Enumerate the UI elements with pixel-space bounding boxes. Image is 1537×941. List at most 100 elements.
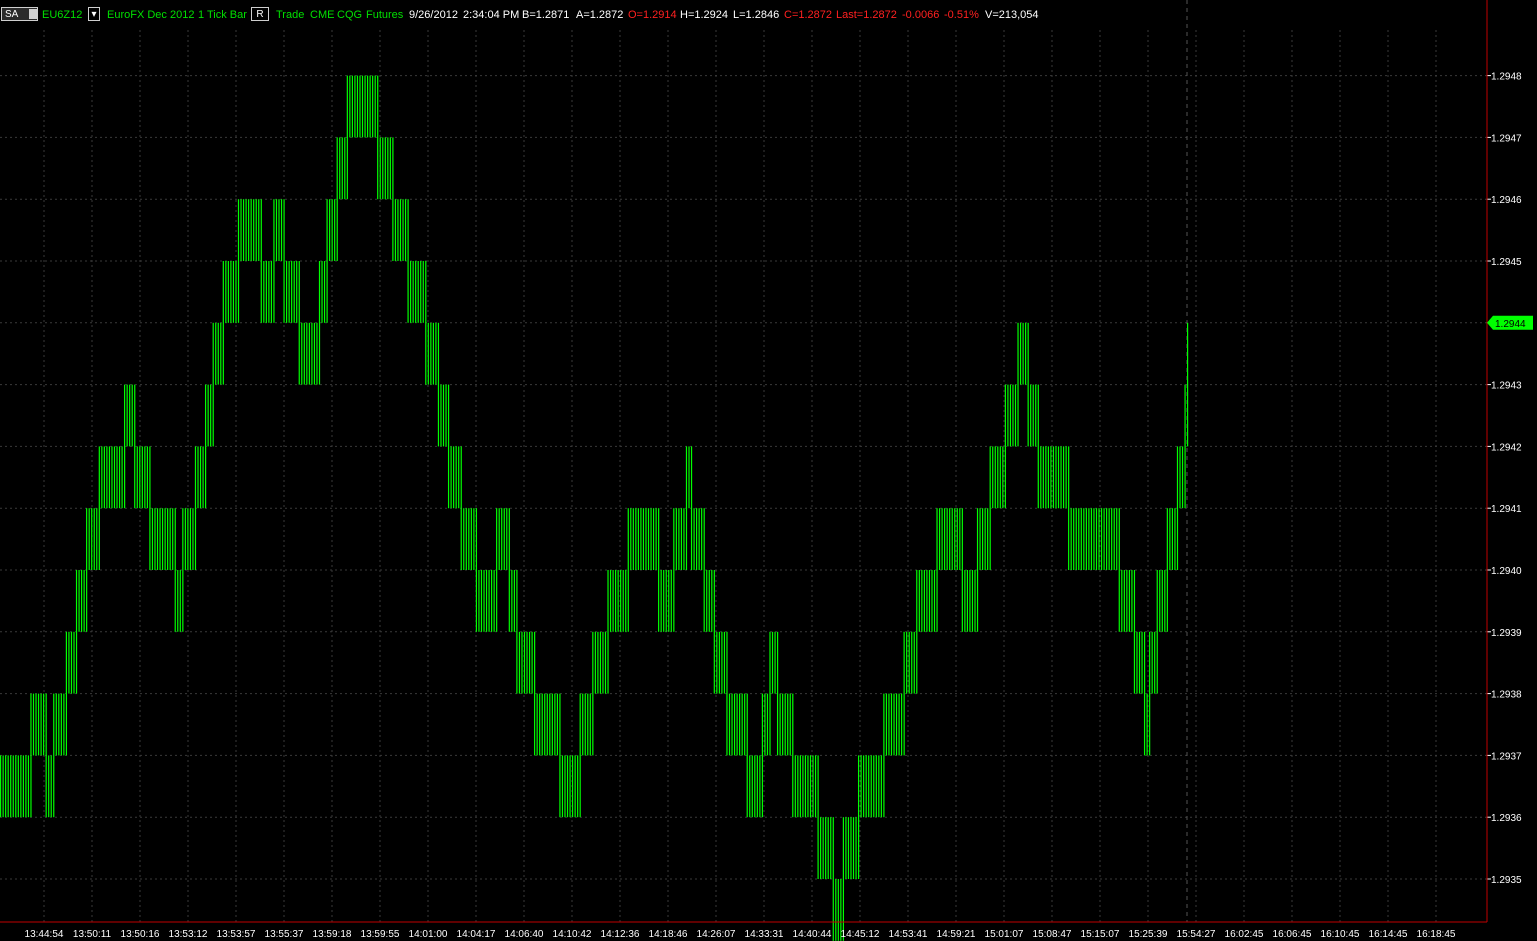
tick-bar	[407, 199, 409, 323]
tick-bar	[174, 508, 176, 632]
tick-bar	[822, 817, 824, 879]
tick-bar	[250, 199, 252, 261]
tick-bar	[483, 570, 485, 632]
tick-bar	[260, 199, 262, 323]
tick-bar	[716, 631, 718, 694]
tick-bar	[75, 570, 78, 694]
tick-bar	[746, 693, 748, 818]
tick-bar	[665, 570, 667, 632]
tick-bar	[744, 693, 746, 756]
tick-bar	[769, 631, 771, 756]
tick-bar	[541, 693, 543, 756]
tick-bar	[906, 631, 908, 694]
tick-bar	[93, 508, 95, 570]
tick-bar	[506, 508, 508, 570]
tick-bar	[445, 384, 447, 447]
tick-bar	[604, 631, 607, 694]
tick-bar	[630, 508, 632, 570]
tick-bar	[688, 446, 690, 509]
tick-bar	[55, 693, 57, 756]
tick-bar	[43, 693, 45, 756]
tick-bar	[1108, 508, 1110, 570]
tick-bar	[597, 631, 599, 694]
tick-bar	[534, 631, 536, 756]
time-axis[interactable]: 13:44:54 13:50:11 13:50:16 13:53:12 13:53:57…	[0, 921, 1487, 940]
tick-bar	[113, 446, 116, 509]
tick-bar	[779, 693, 781, 756]
tick-bar	[20, 755, 22, 818]
tick-bar	[341, 137, 343, 200]
tick-bar	[189, 508, 192, 570]
tick-bar	[749, 755, 751, 818]
tick-bar	[422, 261, 424, 323]
tick-bar	[86, 508, 88, 632]
tick-bar	[865, 755, 867, 818]
last-price-label: 1.2944	[1495, 319, 1526, 330]
tick-bar	[901, 693, 903, 756]
tick-bar	[751, 755, 753, 818]
tick-bar	[764, 693, 766, 756]
tick-bar	[199, 446, 202, 509]
tick-bar	[1123, 570, 1125, 632]
tick-chart[interactable]: 1.2935 1.2936 1.2937 1.2938 1.2939 1.2940 1.29…	[0, 0, 1537, 941]
tick-bar	[485, 570, 488, 632]
tick-bar	[782, 693, 784, 756]
tick-bar	[508, 508, 510, 632]
x-tick-label: 16:14:45	[1369, 929, 1408, 940]
tick-bar	[933, 570, 936, 632]
tick-bar	[339, 137, 341, 200]
tick-bar	[875, 755, 877, 818]
tick-bar	[283, 199, 285, 323]
tick-bar	[1161, 570, 1163, 632]
x-tick-label: 13:59:18	[313, 929, 352, 940]
tick-bar	[144, 446, 146, 509]
tick-bar	[885, 693, 888, 756]
tick-bar	[733, 693, 736, 756]
tick-bar	[658, 508, 660, 632]
x-tick-label: 13:53:57	[217, 929, 256, 940]
tick-bar	[556, 693, 558, 756]
tick-bar	[789, 693, 791, 756]
tick-bar	[298, 261, 300, 385]
price-axis[interactable]: 1.2935 1.2936 1.2937 1.2938 1.2939 1.2940 1.29…	[1486, 0, 1533, 922]
tick-bar	[32, 693, 35, 756]
x-tick-label: 15:25:39	[1129, 929, 1168, 940]
tick-bar	[1017, 322, 1019, 447]
tick-bar	[139, 446, 141, 509]
tick-bar	[334, 199, 336, 261]
x-tick-label: 14:18:46	[649, 929, 688, 940]
tick-bar	[63, 693, 65, 756]
tick-bar	[50, 755, 52, 818]
tick-bar	[356, 75, 359, 138]
tick-bar	[15, 755, 17, 818]
y-tick-label: 1.2947	[1491, 133, 1522, 144]
tick-bar	[599, 631, 602, 694]
tick-bar	[359, 75, 361, 138]
tick-bar	[65, 631, 67, 756]
tick-bar	[1042, 446, 1044, 509]
tick-bar	[814, 755, 817, 818]
tick-bar	[794, 755, 796, 818]
tick-bar	[336, 137, 338, 261]
tick-bar	[30, 693, 32, 818]
tick-bar	[210, 384, 212, 447]
tick-bar	[473, 508, 475, 570]
tick-bar	[450, 446, 452, 509]
tick-bar	[908, 631, 910, 694]
tick-bar	[410, 261, 412, 323]
tick-bar	[999, 446, 1001, 509]
tick-bar	[440, 384, 442, 447]
x-tick-label: 16:02:45	[1225, 929, 1264, 940]
tick-bar	[771, 631, 774, 694]
tick-bar	[372, 75, 374, 138]
tick-bar	[1174, 508, 1176, 570]
tick-bar	[255, 199, 257, 261]
tick-bar	[536, 693, 538, 756]
tick-bar	[417, 261, 419, 323]
tick-bar	[554, 693, 556, 756]
tick-bar	[1055, 446, 1057, 509]
tick-bar	[465, 508, 467, 570]
tick-bar	[275, 199, 278, 261]
tick-bar	[182, 508, 184, 632]
tick-bar	[442, 384, 445, 447]
